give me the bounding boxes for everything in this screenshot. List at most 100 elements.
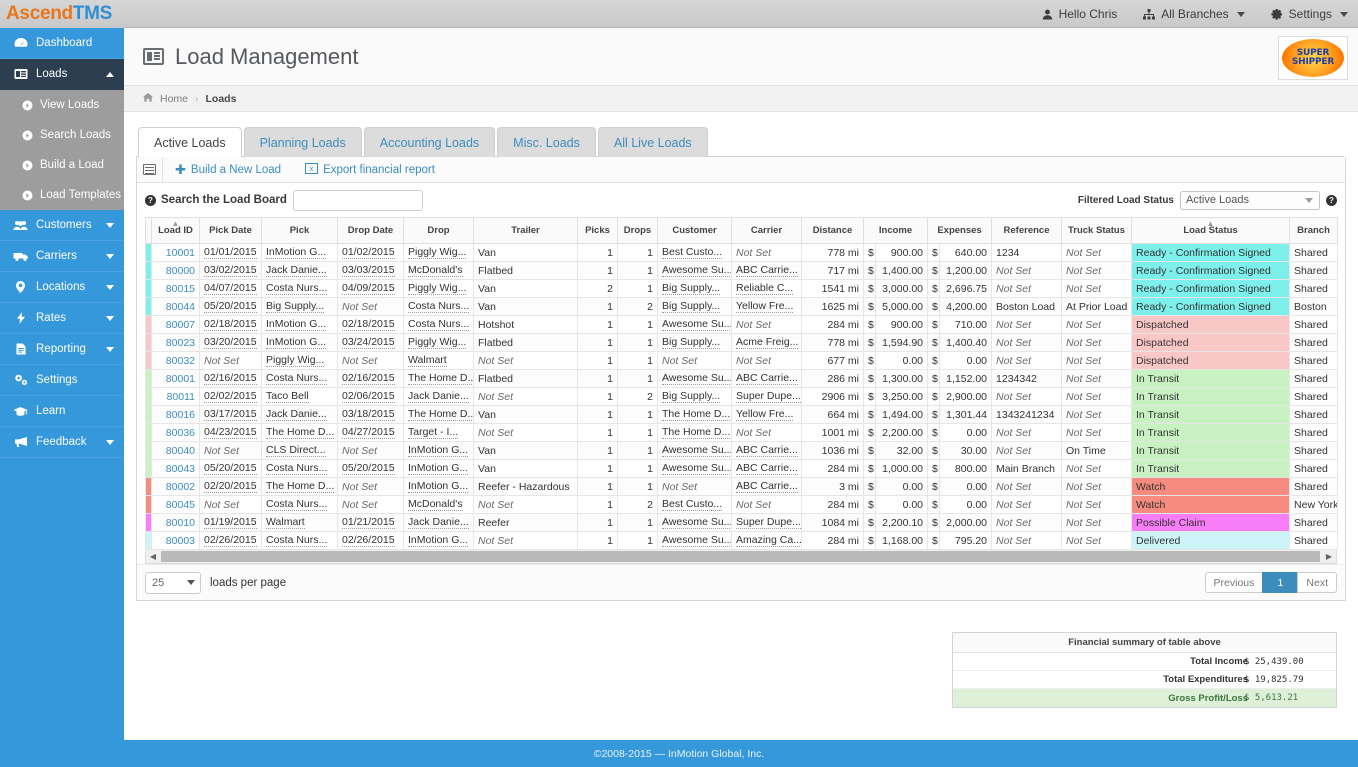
sidebar-item-learn[interactable]: Learn — [0, 396, 124, 427]
sidebar-item-build-a-load[interactable]: Build a Load — [0, 150, 124, 180]
column-header-expenses[interactable]: Expenses — [927, 217, 993, 244]
loads-icon — [12, 68, 29, 80]
cell-reference: 1234342 — [991, 369, 1063, 388]
column-header-truck-status[interactable]: Truck Status — [1061, 217, 1133, 244]
next-page-button[interactable]: Next — [1297, 572, 1337, 593]
cell-load-id[interactable]: 80036 — [151, 423, 200, 442]
table-row[interactable]: 80002 02/20/2015 The Home D... Not Set InMot… — [145, 477, 1339, 496]
grid-view-toggle[interactable] — [137, 156, 163, 183]
table-row[interactable]: 80016 03/17/2015 Jack Danie... 03/18/2015 Th… — [145, 405, 1339, 424]
branches-menu[interactable]: All Branches — [1143, 7, 1245, 21]
column-header-trailer[interactable]: Trailer — [473, 217, 578, 244]
column-header-branch[interactable]: Branch — [1289, 217, 1339, 244]
cell-load-id[interactable]: 80001 — [151, 369, 200, 388]
horizontal-scrollbar[interactable]: ◀ ▶ — [145, 550, 1337, 564]
cell-load-id[interactable]: 80045 — [151, 495, 200, 514]
cell-load-id[interactable]: 80043 — [151, 459, 200, 478]
build-a-new-load-button[interactable]: ✚ Build a New Load — [163, 163, 293, 176]
sidebar-item-reporting[interactable]: Reporting — [0, 334, 124, 365]
cell-load-id[interactable]: 80010 — [151, 513, 200, 532]
page-title: Load Management — [143, 44, 358, 70]
column-header-drop[interactable]: Drop — [403, 217, 474, 244]
previous-page-button[interactable]: Previous — [1204, 572, 1264, 593]
column-header-income[interactable]: Income — [862, 217, 929, 244]
table-row[interactable]: 80003 02/26/2015 Costa Nurs... 02/26/2015 In… — [145, 531, 1339, 550]
column-header-carrier[interactable]: Carrier — [731, 217, 802, 244]
cell-load-id[interactable]: 80023 — [151, 333, 200, 352]
column-header-customer[interactable]: Customer — [657, 217, 732, 244]
column-header-pick[interactable]: Pick — [261, 217, 338, 244]
sidebar-item-view-loads[interactable]: View Loads — [0, 90, 124, 120]
tab-planning-loads[interactable]: Planning Loads — [243, 127, 362, 157]
scroll-right-arrow[interactable]: ▶ — [1322, 551, 1336, 563]
company-logo: SUPER SHIPPER — [1278, 36, 1348, 80]
table-row[interactable]: 80007 02/18/2015 InMotion G... 02/18/2015 Co… — [145, 315, 1339, 334]
sidebar-item-customers[interactable]: Customers — [0, 210, 124, 241]
table-row[interactable]: 80000 03/02/2015 Jack Danie... 03/03/2015 Mc… — [145, 261, 1339, 280]
column-header-drop-date[interactable]: Drop Date — [337, 217, 404, 244]
cell-load-id[interactable]: 80044 — [151, 297, 200, 316]
cell-load-id[interactable]: 10001 — [151, 243, 200, 262]
table-row[interactable]: 80001 02/16/2015 Costa Nurs... 02/16/2015 Th… — [145, 369, 1339, 388]
cell-reference: Not Set — [991, 477, 1063, 496]
filtered-load-status-select[interactable]: Active Loads — [1180, 190, 1320, 210]
sidebar-item-label: Rates — [36, 312, 67, 324]
sidebar: Dashboard Loads View Loads Search Loads … — [0, 28, 124, 767]
cell-load-id[interactable]: 80007 — [151, 315, 200, 334]
sidebar-item-settings[interactable]: Settings — [0, 365, 124, 396]
breadcrumb-home[interactable]: Home — [160, 93, 188, 105]
table-row[interactable]: 80023 03/20/2015 InMotion G... 03/24/2015 Pi… — [145, 333, 1339, 352]
table-row[interactable]: 80010 01/19/2015 Walmart 01/21/2015 Jack Dan… — [145, 513, 1339, 532]
column-header-pick-date[interactable]: Pick Date — [199, 217, 262, 244]
tab-misc-loads[interactable]: Misc. Loads — [497, 127, 596, 157]
sidebar-item-carriers[interactable]: Carriers — [0, 241, 124, 272]
cell-load-id[interactable]: 80000 — [151, 261, 200, 280]
table-row[interactable]: 80043 05/20/2015 Costa Nurs... 05/20/2015 In… — [145, 459, 1339, 478]
table-row[interactable]: 10001 01/01/2015 InMotion G... 01/02/2015 Pi… — [145, 243, 1339, 262]
cell-load-id[interactable]: 80032 — [151, 351, 200, 370]
column-header-picks[interactable]: Picks — [577, 217, 618, 244]
table-row[interactable]: 80036 04/23/2015 The Home D... 04/27/2015 Ta… — [145, 423, 1339, 442]
table-row[interactable]: 80040 Not Set CLS Direct... Not Set InMotion… — [145, 441, 1339, 460]
sidebar-item-search-loads[interactable]: Search Loads — [0, 120, 124, 150]
column-header-load-id[interactable]: ▲ Load ID — [151, 217, 200, 244]
column-header-distance[interactable]: Distance — [801, 217, 864, 244]
page-1-button[interactable]: 1 — [1262, 572, 1299, 593]
table-row[interactable]: 80045 Not Set Costa Nurs... Not Set McDonald… — [145, 495, 1339, 514]
scrollbar-thumb[interactable] — [161, 551, 1320, 562]
cell-branch: Shared — [1289, 369, 1339, 388]
tab-accounting-loads[interactable]: Accounting Loads — [363, 127, 496, 157]
column-header-load-status[interactable]: ▲ Load Status — [1131, 217, 1291, 244]
cell-income-currency: $ — [863, 261, 876, 280]
help-icon[interactable]: ? — [1326, 194, 1337, 206]
cell-load-id[interactable]: 80002 — [151, 477, 200, 496]
sidebar-item-rates[interactable]: Rates — [0, 303, 124, 334]
sidebar-item-load-templates[interactable]: Load Templates — [0, 180, 124, 210]
tab-active-loads[interactable]: Active Loads — [138, 127, 242, 157]
cell-load-id[interactable]: 80016 — [151, 405, 200, 424]
tab-all-live-loads[interactable]: All Live Loads — [597, 127, 708, 157]
scroll-left-arrow[interactable]: ◀ — [146, 551, 160, 563]
cell-load-id[interactable]: 80011 — [151, 387, 200, 406]
cell-load-id[interactable]: 80003 — [151, 531, 200, 550]
column-header-reference[interactable]: Reference — [991, 217, 1063, 244]
sidebar-item-locations[interactable]: Locations — [0, 272, 124, 303]
table-row[interactable]: 80044 05/20/2015 Big Supply... Not Set Costa… — [145, 297, 1339, 316]
cell-load-id[interactable]: 80040 — [151, 441, 200, 460]
table-row[interactable]: 80011 02/02/2015 Taco Bell 02/06/2015 Jack D… — [145, 387, 1339, 406]
table-row[interactable]: 80032 Not Set Piggly Wig... Not Set Walmart N… — [145, 351, 1339, 370]
sidebar-item-feedback[interactable]: Feedback — [0, 427, 124, 458]
settings-menu[interactable]: Settings — [1271, 7, 1348, 21]
export-financial-report-button[interactable]: x Export financial report — [293, 162, 447, 177]
brand-logo[interactable]: AscendTMS — [0, 0, 124, 28]
search-input[interactable] — [292, 189, 423, 211]
cell-income-currency: $ — [863, 351, 876, 370]
user-menu[interactable]: Hello Chris — [1042, 7, 1117, 21]
cell-load-id[interactable]: 80015 — [151, 279, 200, 298]
table-row[interactable]: 80015 04/07/2015 Costa Nurs... 04/09/2015 Pi… — [145, 279, 1339, 298]
help-icon[interactable]: ? — [145, 194, 156, 206]
column-header-drops[interactable]: Drops — [617, 217, 658, 244]
per-page-select[interactable]: 25 — [145, 571, 201, 594]
sidebar-item-loads[interactable]: Loads — [0, 59, 124, 90]
sidebar-item-dashboard[interactable]: Dashboard — [0, 28, 124, 59]
